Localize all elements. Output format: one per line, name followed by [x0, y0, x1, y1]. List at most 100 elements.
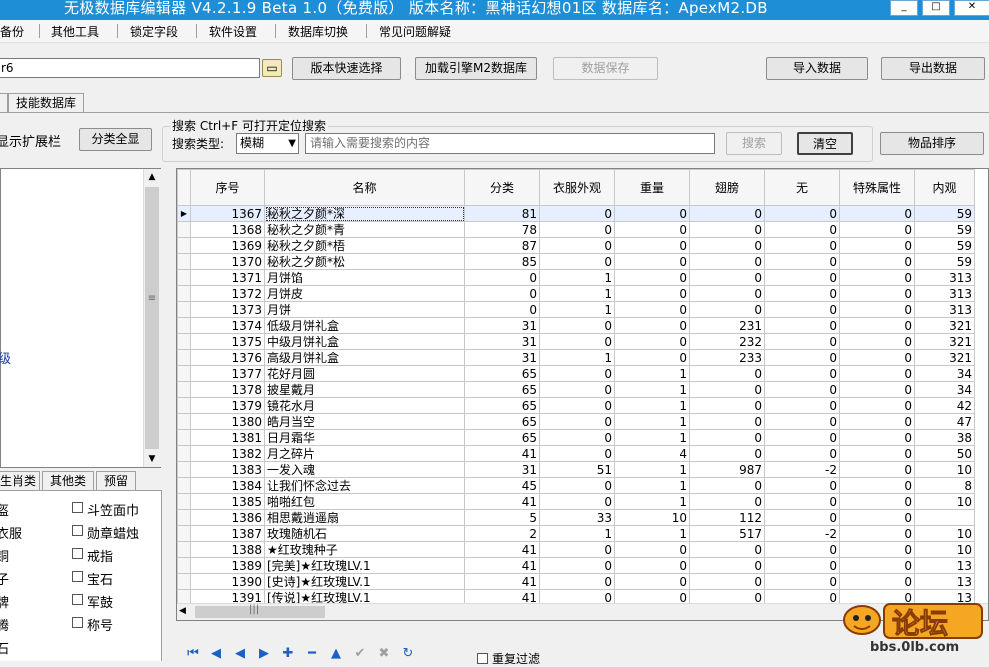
prev-page-icon[interactable]: ◀ [209, 647, 223, 661]
checkbox-ring[interactable] [72, 548, 83, 559]
row-indicator[interactable] [177, 333, 191, 350]
checkbox-label[interactable]: 衣服 [0, 523, 22, 542]
checkbox-label[interactable]: 牌 [0, 592, 9, 611]
table-cell[interactable]: 0 [689, 493, 765, 510]
cell-name[interactable]: 低级月饼礼盒 [264, 317, 465, 334]
save-data-button[interactable]: 数据保存 [553, 57, 658, 80]
table-cell[interactable]: 0 [764, 253, 840, 270]
table-cell[interactable]: 0 [839, 461, 915, 478]
table-cell[interactable]: 0 [689, 205, 765, 222]
menu-faq[interactable]: 常见问题解疑 [379, 23, 451, 40]
checkbox-label[interactable]: 子 [0, 569, 9, 588]
menu-backup[interactable]: 备份 [0, 23, 24, 40]
row-indicator[interactable] [177, 461, 191, 478]
row-indicator[interactable] [177, 573, 191, 590]
table-cell[interactable]: 5 [464, 509, 540, 526]
table-row[interactable]: 1385 啪啪红包 41 0 1 0 0 0 10 [177, 493, 975, 510]
tab-zodiac[interactable]: 生肖类 [0, 471, 40, 491]
table-row[interactable]: 1378 披星戴月 65 0 1 0 0 0 34 [177, 381, 975, 398]
table-cell[interactable]: 1367 [190, 205, 265, 222]
cell-name[interactable]: 披星戴月 [264, 381, 465, 398]
tree-scrollbar[interactable]: ▲ ≡ ▼ [143, 169, 161, 467]
scroll-down-icon[interactable]: ▼ [144, 451, 160, 467]
table-cell[interactable]: 0 [539, 557, 615, 574]
table-row[interactable]: 1388 ★红玫瑰种子 41 0 0 0 0 0 10 [177, 541, 975, 558]
table-row[interactable]: 1379 镜花水月 65 0 1 0 0 0 42 [177, 397, 975, 414]
table-cell[interactable]: 0 [689, 541, 765, 558]
table-cell[interactable]: 0 [839, 477, 915, 494]
close-icon[interactable]: ✕ [954, 0, 989, 16]
table-cell[interactable]: 47 [914, 413, 975, 430]
cell-name[interactable]: 一发入魂 [264, 461, 465, 478]
table-cell[interactable]: 65 [464, 365, 540, 382]
table-cell[interactable]: 0 [689, 365, 765, 382]
table-cell[interactable]: 1 [614, 525, 690, 542]
table-cell[interactable]: 0 [689, 237, 765, 254]
tab-skills-db[interactable]: 技能数据库 [8, 93, 84, 112]
menu-other-tools[interactable]: 其他工具 [51, 23, 99, 40]
table-cell[interactable]: 0 [614, 237, 690, 254]
table-cell[interactable]: 51 [539, 461, 615, 478]
table-cell[interactable]: 0 [839, 397, 915, 414]
table-cell[interactable]: 313 [914, 285, 975, 302]
table-cell[interactable]: 1368 [190, 221, 265, 238]
table-cell[interactable]: 59 [914, 221, 975, 238]
table-row[interactable]: 1376 高级月饼礼盒 31 1 0 233 0 0 321 [177, 349, 975, 366]
table-cell[interactable]: 1389 [190, 557, 265, 574]
table-cell[interactable]: 1 [614, 413, 690, 430]
add-icon[interactable]: ✚ [281, 647, 295, 661]
table-cell[interactable]: 0 [839, 525, 915, 542]
cell-name[interactable]: 日月霜华 [264, 429, 465, 446]
table-cell[interactable]: 4 [614, 445, 690, 462]
table-cell[interactable]: 1 [539, 285, 615, 302]
table-cell[interactable]: 0 [539, 397, 615, 414]
table-cell[interactable]: 87 [464, 237, 540, 254]
scroll-thumb[interactable] [195, 606, 325, 618]
table-cell[interactable]: 13 [914, 557, 975, 574]
table-cell[interactable]: 65 [464, 429, 540, 446]
table-cell[interactable]: 0 [764, 509, 840, 526]
row-indicator[interactable] [177, 269, 191, 286]
tab-prev[interactable] [0, 93, 8, 112]
column-header[interactable]: 衣服外观 [539, 169, 615, 206]
cell-name[interactable]: 月饼皮 [264, 285, 465, 302]
cell-name[interactable]: ★红玫瑰种子 [264, 541, 465, 558]
cell-name[interactable]: 花好月圆 [264, 365, 465, 382]
table-cell[interactable]: 0 [614, 333, 690, 350]
table-cell[interactable]: 0 [764, 285, 840, 302]
table-cell[interactable]: 0 [839, 285, 915, 302]
table-cell[interactable]: 0 [689, 413, 765, 430]
table-cell[interactable]: 0 [614, 205, 690, 222]
table-cell[interactable]: 0 [614, 573, 690, 590]
table-cell[interactable]: 1 [614, 461, 690, 478]
cell-name[interactable]: 镜花水月 [264, 397, 465, 414]
table-cell[interactable]: 1375 [190, 333, 265, 350]
table-cell[interactable]: 65 [464, 381, 540, 398]
table-cell[interactable]: 0 [614, 285, 690, 302]
table-row[interactable]: ▶ 1367 秘秋之夕颜*深 81 0 0 0 0 0 59 [177, 205, 975, 222]
table-cell[interactable]: 0 [689, 381, 765, 398]
table-cell[interactable]: 10 [914, 461, 975, 478]
table-cell[interactable]: 0 [614, 317, 690, 334]
table-cell[interactable]: 0 [689, 557, 765, 574]
cell-name[interactable]: 中级月饼礼盒 [264, 333, 465, 350]
row-indicator[interactable] [177, 413, 191, 430]
table-cell[interactable]: 0 [689, 269, 765, 286]
checkbox-gem[interactable] [72, 571, 83, 582]
table-cell[interactable]: 1387 [190, 525, 265, 542]
scroll-thumb[interactable] [145, 187, 159, 449]
data-grid[interactable]: 序号 名称 分类 衣服外观 重量 翅膀 无 特殊属性 内观 ▶ 1367 秘秋之夕颜… [176, 168, 989, 621]
table-cell[interactable]: 987 [689, 461, 765, 478]
table-cell[interactable]: 42 [914, 397, 975, 414]
checkbox-label[interactable]: 腾 [0, 615, 9, 634]
table-cell[interactable]: 1 [539, 349, 615, 366]
column-header[interactable]: 重量 [614, 169, 690, 206]
checkbox-hat-veil[interactable] [72, 502, 83, 513]
table-cell[interactable]: 232 [689, 333, 765, 350]
table-cell[interactable]: 0 [464, 285, 540, 302]
menu-settings[interactable]: 软件设置 [209, 23, 257, 40]
cell-name[interactable]: 月饼 [264, 301, 465, 318]
table-cell[interactable]: 10 [914, 541, 975, 558]
table-cell[interactable]: 0 [689, 285, 765, 302]
cell-name[interactable]: 相思戴逍遥扇 [264, 509, 465, 526]
